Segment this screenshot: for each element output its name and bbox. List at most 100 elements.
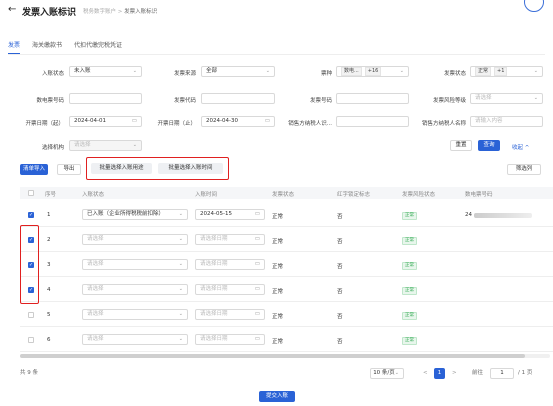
- next-page-button[interactable]: >: [452, 368, 457, 379]
- row-entry-time-value: 请选择日期: [200, 236, 228, 242]
- date-start-label: 开票日期（起）: [25, 121, 64, 127]
- query-button[interactable]: 查询: [478, 140, 500, 151]
- column-filter-button[interactable]: 筛选列: [507, 164, 541, 175]
- export-button[interactable]: 导出: [57, 164, 81, 175]
- invoice-code-label: 发票代码: [173, 98, 196, 104]
- seller-name-input[interactable]: 请输入内容: [470, 116, 543, 127]
- row-entry-time-picker[interactable]: 请选择日期 ▭: [195, 259, 265, 270]
- digital-no-input[interactable]: [69, 93, 142, 104]
- row-entry-time-picker[interactable]: 请选择日期 ▭: [195, 284, 265, 295]
- reset-button[interactable]: 重置: [450, 140, 472, 151]
- col-header-digital-no: 数电票号码: [465, 192, 493, 198]
- tab-invoice[interactable]: 发票: [8, 40, 21, 54]
- row-entry-time-picker[interactable]: 请选择日期 ▭: [195, 234, 265, 245]
- row-entry-time-picker[interactable]: 2024-05-15 ▭: [195, 209, 265, 220]
- row-invoice-status: 正常: [272, 214, 284, 220]
- calendar-icon: ▭: [254, 211, 260, 217]
- col-header-entry-status: 入账状态: [82, 192, 105, 198]
- chevron-down-icon: ⌄: [178, 311, 183, 317]
- invoice-no-input[interactable]: [336, 93, 409, 104]
- row-checkbox[interactable]: [28, 337, 34, 343]
- row-invoice-status: 正常: [272, 289, 284, 295]
- current-page-button[interactable]: 1: [434, 368, 445, 379]
- org-placeholder: 请选择: [74, 142, 91, 148]
- invoice-source-select[interactable]: 全部 ⌄: [201, 66, 275, 77]
- breadcrumb-parent[interactable]: 税务数字账户: [83, 9, 116, 15]
- collapse-link[interactable]: 收起 ^: [512, 143, 529, 151]
- breadcrumb-separator: >: [117, 9, 123, 15]
- org-select[interactable]: 请选择 ⌄: [69, 140, 142, 151]
- chevron-down-icon: ⌄: [132, 142, 137, 148]
- row-entry-status-select[interactable]: 请选择 ⌄: [82, 259, 188, 270]
- row-red-lock: 否: [337, 214, 343, 220]
- row-risk-badge: 正常: [402, 312, 417, 320]
- tab-withholding-certificate[interactable]: 代扣代缴完税凭证: [74, 40, 122, 54]
- breadcrumb: 税务数字账户 > 发票入账标识: [83, 7, 157, 15]
- col-header-risk-status: 发票风险状态: [402, 192, 436, 198]
- invoice-status-label: 发票状态: [443, 71, 466, 77]
- tab-customs-payment[interactable]: 海关缴款书: [32, 40, 62, 54]
- calendar-icon: ▭: [254, 261, 260, 267]
- seller-name-placeholder: 请输入内容: [475, 118, 503, 124]
- arrow-left-icon[interactable]: ←: [8, 4, 16, 15]
- invoice-source-value: 全部: [206, 68, 218, 74]
- invoice-code-input[interactable]: [201, 93, 275, 104]
- row-entry-status-value: 请选择: [87, 311, 104, 317]
- seller-name-label: 销售方纳税人名称: [421, 121, 466, 127]
- row-entry-time-picker[interactable]: 请选择日期 ▭: [195, 334, 265, 345]
- entry-status-select[interactable]: 未入账 ⌄: [69, 66, 142, 77]
- invoice-status-select[interactable]: 正常 +1 ⌄: [470, 66, 543, 77]
- row-red-lock: 否: [337, 264, 343, 270]
- avatar[interactable]: [524, 0, 544, 12]
- row-red-lock: 否: [337, 239, 343, 245]
- calendar-icon: ▭: [254, 236, 260, 242]
- row-checkbox[interactable]: ✓: [28, 212, 34, 218]
- entry-status-value: 未入账: [74, 68, 91, 74]
- row-entry-time-value: 2024-05-15: [200, 211, 232, 217]
- row-entry-status-select[interactable]: 请选择 ⌄: [82, 284, 188, 295]
- page-size-value: 10 条/页: [373, 370, 395, 376]
- row-entry-status-value: 请选择: [87, 261, 104, 267]
- date-start-picker[interactable]: 2024-04-01 ▭: [69, 116, 142, 127]
- row-entry-status-select[interactable]: 请选择 ⌄: [82, 309, 188, 320]
- horizontal-scrollbar[interactable]: [20, 354, 550, 358]
- redacted-blur: [474, 213, 532, 218]
- row-no: 5: [47, 312, 51, 318]
- scrollbar-thumb[interactable]: [20, 354, 525, 358]
- chevron-down-icon: ⌄: [132, 68, 137, 74]
- select-all-checkbox[interactable]: [28, 190, 34, 196]
- invoice-no-label: 发票号码: [309, 98, 332, 104]
- tab-bar: 发票 海关缴款书 代扣代缴完税凭证: [8, 40, 122, 54]
- row-invoice-status: 正常: [272, 339, 284, 345]
- goto-label: 前往: [472, 370, 484, 376]
- header-bar: ← 发票入账标识 税务数字账户 > 发票入账标识: [0, 0, 553, 22]
- row-red-lock: 否: [337, 339, 343, 345]
- row-no: 2: [47, 237, 51, 243]
- page-size-select[interactable]: 10 条/页 ⌄: [370, 368, 404, 379]
- batch-usage-button[interactable]: 批量选择入账用途: [91, 163, 152, 174]
- row-checkbox[interactable]: [28, 312, 34, 318]
- row-entry-time-picker[interactable]: 请选择日期 ▭: [195, 309, 265, 320]
- calendar-icon: ▭: [264, 118, 270, 124]
- date-start-value: 2024-04-01: [74, 118, 106, 124]
- row-risk-badge: 正常: [402, 237, 417, 245]
- invoice-source-label: 发票来源: [173, 71, 196, 77]
- date-end-value: 2024-04-30: [206, 118, 238, 124]
- invoice-status-more: +1: [494, 67, 508, 76]
- batch-import-button[interactable]: 清单导入: [20, 164, 48, 175]
- row-digital-no: 24: [465, 212, 472, 218]
- row-entry-status-select[interactable]: 请选择 ⌄: [82, 334, 188, 345]
- chevron-down-icon: ⌄: [178, 261, 183, 267]
- submit-entry-button[interactable]: 提交入账: [259, 391, 295, 402]
- risk-level-select[interactable]: 请选择 ⌄: [470, 93, 543, 104]
- invoice-type-select[interactable]: 数电... +16 ⌄: [336, 66, 409, 77]
- prev-page-button[interactable]: <: [423, 368, 428, 379]
- date-end-picker[interactable]: 2024-04-30 ▭: [201, 116, 275, 127]
- row-entry-status-select[interactable]: 请选择 ⌄: [82, 234, 188, 245]
- batch-time-button[interactable]: 批量选择入账时间: [158, 163, 223, 174]
- seller-id-input[interactable]: [336, 116, 409, 127]
- row-entry-time-value: 请选择日期: [200, 311, 228, 317]
- row-risk-badge: 正常: [402, 287, 417, 295]
- row-entry-status-select[interactable]: 已入账（企业所得税税前扣除） ⌄: [82, 209, 188, 220]
- goto-page-input[interactable]: 1: [490, 368, 514, 379]
